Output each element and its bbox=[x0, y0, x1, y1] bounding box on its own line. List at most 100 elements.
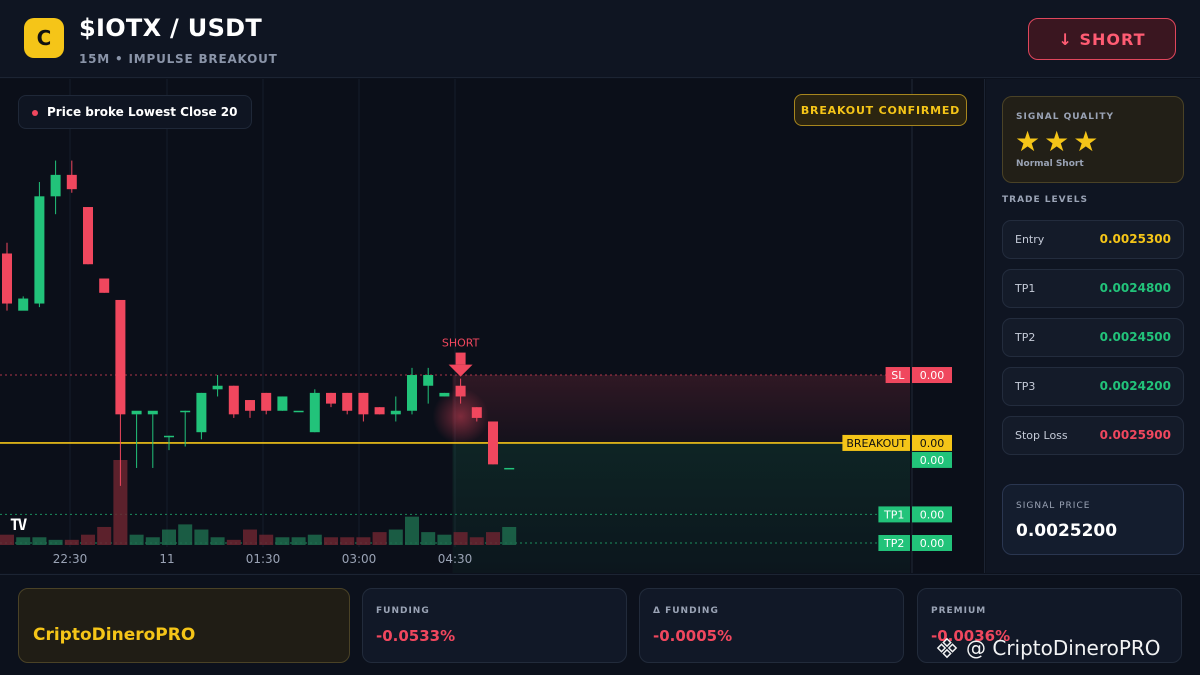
volume-bar bbox=[372, 532, 387, 545]
short-arrow-icon bbox=[448, 364, 473, 377]
info-text: Price broke Lowest Close 20 bbox=[47, 105, 238, 119]
level-value: 0.0025900 bbox=[1099, 428, 1171, 442]
volume-bar bbox=[275, 537, 290, 545]
watermark-text: @ CriptoDineroPRO bbox=[966, 636, 1161, 660]
price-tag-label: SL bbox=[891, 369, 905, 382]
short-arrow-shaft bbox=[455, 352, 466, 365]
candle-body bbox=[245, 400, 255, 411]
candle-body bbox=[18, 298, 29, 311]
volume-bar bbox=[194, 529, 209, 545]
candle-body bbox=[147, 410, 158, 415]
price-tag-value: 0.00 bbox=[920, 454, 945, 467]
metric-label: PREMIUM bbox=[931, 606, 987, 616]
level-name: Stop Loss bbox=[1015, 429, 1068, 442]
level-name: Entry bbox=[1015, 233, 1045, 246]
candle-body bbox=[374, 407, 385, 415]
level-row-entry: Entry 0.0025300 bbox=[1002, 220, 1184, 259]
candle-body bbox=[358, 392, 369, 415]
level-value: 0.0024500 bbox=[1099, 330, 1171, 344]
price-tag-value: 0.00 bbox=[920, 537, 945, 550]
alert-dot-icon bbox=[32, 110, 38, 116]
volume-bar bbox=[405, 516, 419, 545]
candle-body bbox=[196, 392, 207, 433]
signal-price-label: SIGNAL PRICE bbox=[1016, 501, 1091, 511]
target-zone bbox=[452, 442, 910, 573]
volume-bar bbox=[81, 534, 95, 545]
candle-body bbox=[115, 299, 126, 415]
price-tag-label: TP1 bbox=[883, 508, 904, 521]
volume-bar bbox=[162, 529, 176, 545]
level-row-tp2: TP2 0.0024500 bbox=[1002, 318, 1184, 357]
brand-name: CriptoDineroPRO bbox=[33, 625, 196, 645]
metric-label: Δ FUNDING bbox=[653, 606, 719, 616]
level-name: TP2 bbox=[1015, 331, 1036, 344]
time-axis-label: 11 bbox=[159, 552, 174, 566]
volume-bar bbox=[0, 534, 14, 545]
level-row-tp3: TP3 0.0024200 bbox=[1002, 367, 1184, 406]
time-axis-label: 04:30 bbox=[438, 552, 473, 566]
binance-logo-icon bbox=[936, 637, 958, 659]
candle-body bbox=[2, 253, 12, 304]
candle-body bbox=[180, 410, 191, 413]
candle-body bbox=[455, 385, 466, 397]
volume-bar bbox=[178, 524, 193, 545]
time-axis-label: 03:00 bbox=[342, 552, 377, 566]
volume-bar bbox=[145, 537, 160, 545]
signal-price-value: 0.0025200 bbox=[1016, 521, 1118, 541]
signal-quality-card: SIGNAL QUALITY ★★★ Normal Short bbox=[1002, 96, 1184, 183]
price-tag-value: 0.00 bbox=[920, 508, 945, 521]
volume-bar bbox=[340, 537, 355, 545]
volume-bar bbox=[324, 537, 338, 545]
breakout-confirmed-badge: BREAKOUT CONFIRMED bbox=[794, 94, 967, 126]
candle-body bbox=[164, 435, 174, 438]
candle-body bbox=[131, 410, 142, 415]
short-button[interactable]: ↓ SHORT bbox=[1028, 18, 1176, 60]
metric-value: -0.0005% bbox=[653, 627, 733, 645]
volume-bar bbox=[307, 534, 322, 545]
volume-bar bbox=[32, 537, 47, 545]
price-tag-value: 0.00 bbox=[920, 369, 945, 382]
candle-body bbox=[326, 392, 336, 404]
time-axis-label: 01:30 bbox=[246, 552, 281, 566]
watermark: @ CriptoDineroPRO bbox=[936, 636, 1161, 660]
brand-card: CriptoDineroPRO bbox=[18, 588, 350, 663]
volume-bar bbox=[64, 539, 79, 545]
candle-body bbox=[34, 196, 45, 304]
volume-bar bbox=[48, 539, 63, 545]
chart-panel[interactable]: SHORT SL 0.00 BREAKOUT 0.00 0.00 TP1 0.00 TP2 0.0… bbox=[0, 79, 985, 573]
volume-bar bbox=[356, 537, 371, 545]
candle-body bbox=[99, 278, 110, 293]
volume-bar bbox=[97, 526, 112, 545]
candle-body bbox=[228, 385, 239, 415]
candle-body bbox=[471, 407, 482, 418]
header-bar: C $IOTX / USDT 15M • IMPULSE BREAKOUT ↓ … bbox=[0, 0, 1200, 78]
volume-bar bbox=[16, 537, 31, 545]
candle-body bbox=[407, 375, 417, 411]
stop-zone bbox=[452, 375, 910, 443]
signal-quality-sub: Normal Short bbox=[1016, 159, 1084, 169]
candle-body bbox=[83, 207, 93, 265]
volume-bar bbox=[453, 532, 468, 545]
candle-body bbox=[293, 410, 304, 413]
pair-title: $IOTX / USDT bbox=[79, 14, 263, 42]
level-name: TP1 bbox=[1015, 282, 1036, 295]
star-rating-icon: ★★★ bbox=[1015, 125, 1103, 158]
candle-body bbox=[423, 375, 434, 386]
volume-bar bbox=[502, 526, 517, 545]
level-row-tp1: TP1 0.0024800 bbox=[1002, 269, 1184, 308]
sidebar: SIGNAL QUALITY ★★★ Normal Short TRADE LE… bbox=[986, 79, 1200, 573]
volume-bar bbox=[437, 534, 452, 545]
volume-bar bbox=[129, 534, 144, 545]
pair-subtitle: 15M • IMPULSE BREAKOUT bbox=[79, 52, 278, 66]
candle-body bbox=[212, 385, 223, 390]
candlestick-chart[interactable]: SHORT SL 0.00 BREAKOUT 0.00 0.00 TP1 0.00 TP2 0.0… bbox=[0, 79, 985, 573]
metric-card-funding: FUNDING -0.0533% bbox=[362, 588, 627, 663]
signal-price-card: SIGNAL PRICE 0.0025200 bbox=[1002, 484, 1184, 555]
level-value: 0.0025300 bbox=[1099, 232, 1171, 246]
level-row-stop-loss: Stop Loss 0.0025900 bbox=[1002, 416, 1184, 455]
metric-label: FUNDING bbox=[376, 606, 430, 616]
candle-body bbox=[342, 392, 353, 411]
info-pill: Price broke Lowest Close 20 bbox=[18, 95, 253, 129]
candle-body bbox=[504, 467, 515, 470]
signal-quality-label: SIGNAL QUALITY bbox=[1016, 112, 1114, 122]
